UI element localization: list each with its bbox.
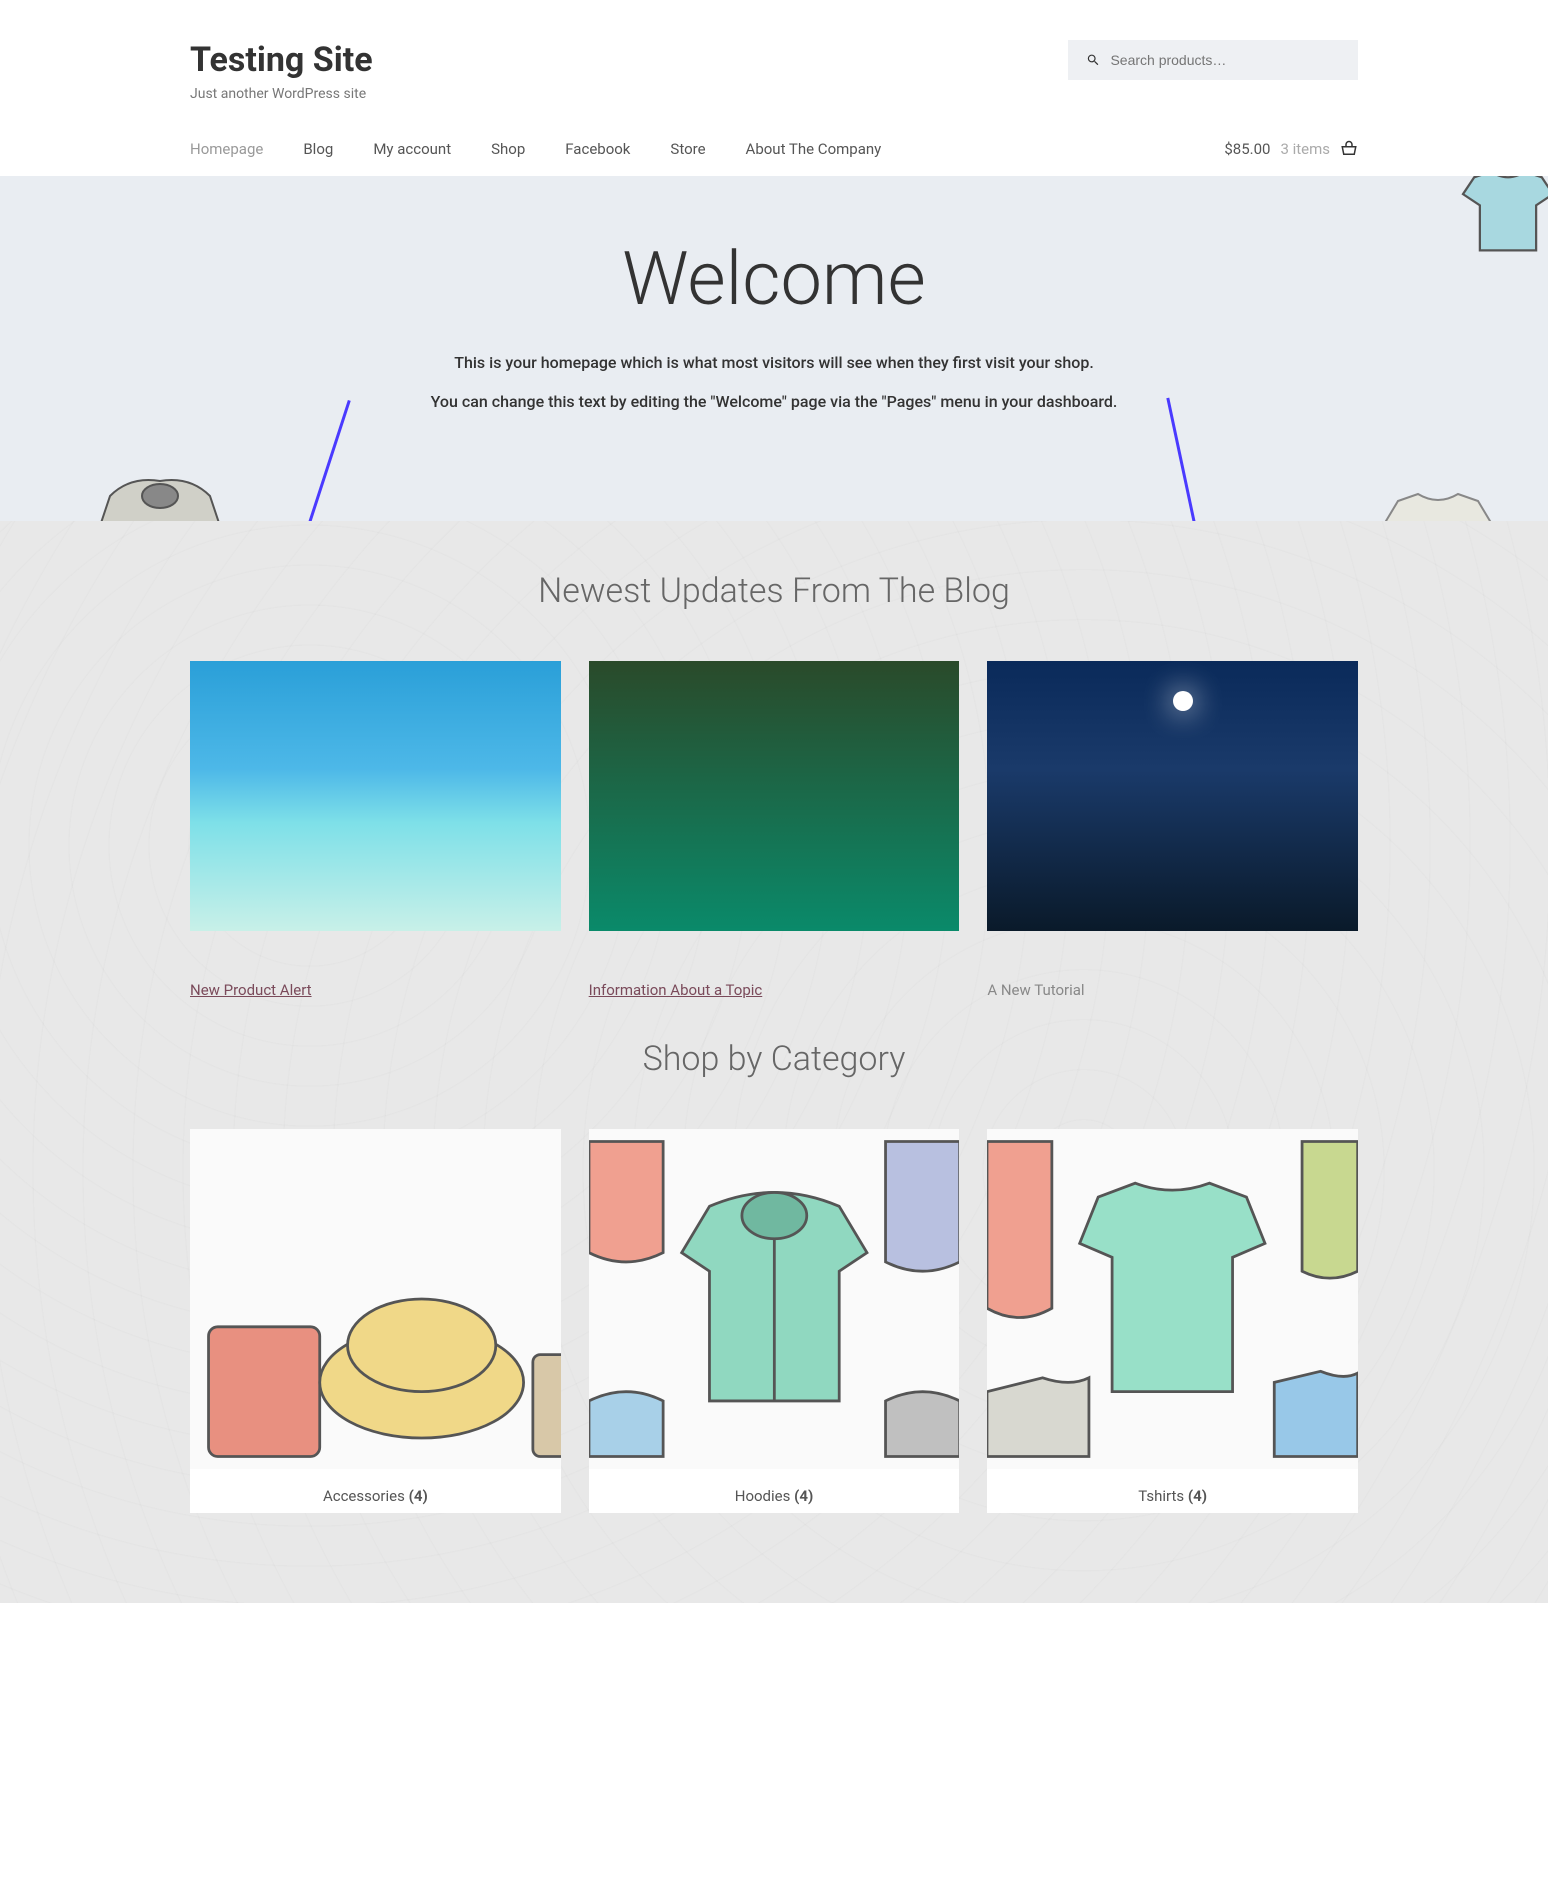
nav-blog[interactable]: Blog [303, 140, 333, 158]
category-card-hoodies[interactable]: Hoodies (4) [589, 1129, 960, 1513]
blog-card[interactable]: New Product Alert [190, 661, 561, 999]
cart-link[interactable]: $85.00 3 items [1224, 140, 1358, 158]
site-branding: Testing Site Just another WordPress site [190, 40, 373, 102]
annotation-arrow-icon [292, 400, 350, 521]
category-grid: Accessories (4) Hoodies (4) Tshirts (4) [190, 1129, 1358, 1513]
hero-text-2: You can change this text by editing the … [0, 392, 1548, 411]
annotation-arrow-icon [1166, 398, 1206, 521]
blog-grid: New Product Alert Information About a To… [190, 661, 1358, 999]
blog-card[interactable]: Information About a Topic [589, 661, 960, 999]
blog-card[interactable]: A New Tutorial [987, 661, 1358, 999]
site-tagline: Just another WordPress site [190, 86, 373, 102]
tshirt-doodle-icon [1368, 486, 1508, 521]
search-box[interactable] [1068, 40, 1358, 80]
nav-shop[interactable]: Shop [491, 140, 525, 158]
hero-title: Welcome [0, 236, 1548, 323]
blog-image [987, 661, 1358, 931]
basket-icon [1340, 140, 1358, 158]
nav-my-account[interactable]: My account [373, 140, 451, 158]
blog-image [190, 661, 561, 931]
cart-total: $85.00 [1224, 140, 1270, 158]
nav-homepage[interactable]: Homepage [190, 140, 263, 158]
blog-post-title[interactable]: A New Tutorial [987, 981, 1358, 999]
category-image [589, 1129, 960, 1469]
hero-text-1: This is your homepage which is what most… [0, 353, 1548, 372]
blog-image [589, 661, 960, 931]
category-card-accessories[interactable]: Accessories (4) [190, 1129, 561, 1513]
search-input[interactable] [1110, 52, 1340, 68]
nav-facebook[interactable]: Facebook [565, 140, 630, 158]
blog-post-title[interactable]: Information About a Topic [589, 981, 960, 999]
hoodie-doodle-icon [80, 466, 240, 521]
category-label: Hoodies (4) [589, 1469, 960, 1513]
category-label: Accessories (4) [190, 1469, 561, 1513]
nav-about[interactable]: About The Company [746, 140, 882, 158]
category-image [987, 1129, 1358, 1469]
category-card-tshirts[interactable]: Tshirts (4) [987, 1129, 1358, 1513]
search-icon [1086, 52, 1100, 68]
primary-nav: Homepage Blog My account Shop Facebook S… [190, 140, 881, 158]
category-label: Tshirts (4) [987, 1469, 1358, 1513]
content-section: Newest Updates From The Blog New Product… [0, 521, 1548, 1603]
tshirt-doodle-icon [1448, 176, 1548, 256]
hero-section: Welcome This is your homepage which is w… [0, 176, 1548, 521]
categories-heading: Shop by Category [190, 1039, 1358, 1079]
category-image [190, 1129, 561, 1469]
site-title[interactable]: Testing Site [190, 40, 373, 80]
nav-store[interactable]: Store [670, 140, 705, 158]
blog-heading: Newest Updates From The Blog [190, 571, 1358, 611]
cart-items-count: 3 items [1280, 140, 1330, 158]
blog-post-title[interactable]: New Product Alert [190, 981, 561, 999]
